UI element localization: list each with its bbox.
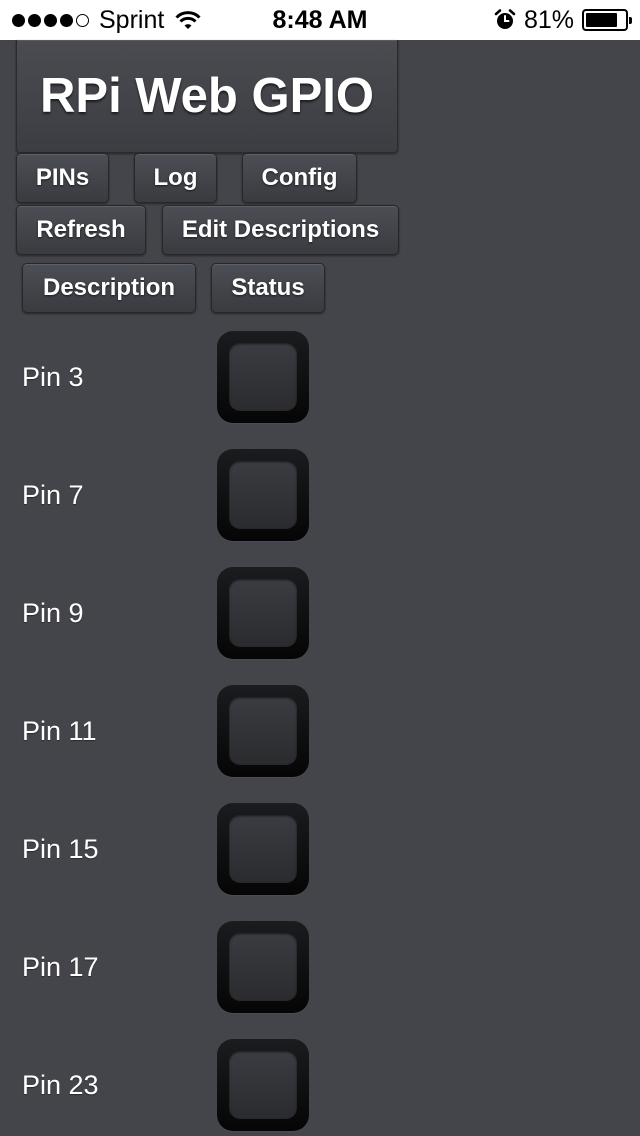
pin-status-checkbox[interactable] [217, 567, 309, 659]
pin-status-checkbox[interactable] [217, 803, 309, 895]
config-button[interactable]: Config [242, 153, 357, 203]
pin-label: Pin 11 [22, 715, 97, 746]
battery-icon [582, 9, 632, 31]
checkbox-inner [229, 933, 297, 1001]
checkbox-inner [229, 1051, 297, 1119]
carrier-name: Sprint [99, 5, 165, 34]
pin-label: Pin 7 [22, 479, 84, 510]
log-button[interactable]: Log [134, 153, 217, 203]
pin-status-checkbox[interactable] [217, 449, 309, 541]
signal-dot [76, 13, 89, 27]
status-bar: Sprint 8:48 AM 81% [0, 0, 640, 40]
alarm-icon [494, 9, 516, 29]
pin-status-checkbox[interactable] [217, 685, 309, 777]
pin-row: Pin 15 [0, 803, 640, 895]
battery-percent: 81% [523, 5, 574, 34]
status-bar-right: 81% [494, 0, 632, 40]
wifi-icon [175, 11, 201, 29]
checkbox-inner [229, 815, 297, 883]
refresh-button[interactable]: Refresh [16, 205, 146, 255]
pin-row: Pin 11 [0, 685, 640, 777]
edit-descriptions-button[interactable]: Edit Descriptions [162, 205, 399, 255]
status-bar-left: Sprint [12, 0, 202, 40]
pin-label: Pin 3 [22, 361, 84, 392]
description-column-header[interactable]: Description [22, 263, 196, 313]
app-header: RPi Web GPIO [16, 40, 398, 153]
battery-level-fill [586, 13, 617, 27]
pin-label: Pin 9 [22, 597, 84, 628]
checkbox-inner [229, 461, 297, 529]
pin-status-checkbox[interactable] [217, 1039, 309, 1131]
signal-dot [12, 13, 25, 27]
pin-status-checkbox[interactable] [217, 331, 309, 423]
pin-status-checkbox[interactable] [217, 921, 309, 1013]
signal-icon [12, 13, 89, 27]
pin-row: Pin 7 [0, 449, 640, 541]
pin-row: Pin 9 [0, 567, 640, 659]
pin-row: Pin 17 [0, 921, 640, 1013]
signal-dot [28, 13, 41, 27]
checkbox-inner [229, 343, 297, 411]
checkbox-inner [229, 579, 297, 647]
pin-row: Pin 3 [0, 331, 640, 423]
signal-dot [60, 13, 73, 27]
status-column-header[interactable]: Status [211, 263, 325, 313]
pin-label: Pin 15 [22, 833, 99, 864]
pin-row: Pin 23 [0, 1039, 640, 1131]
pin-label: Pin 23 [22, 1069, 99, 1100]
signal-dot [44, 13, 57, 27]
pins-button[interactable]: PINs [16, 153, 109, 203]
checkbox-inner [229, 697, 297, 765]
pin-label: Pin 17 [22, 951, 99, 982]
page-title: RPi Web GPIO [40, 69, 374, 123]
